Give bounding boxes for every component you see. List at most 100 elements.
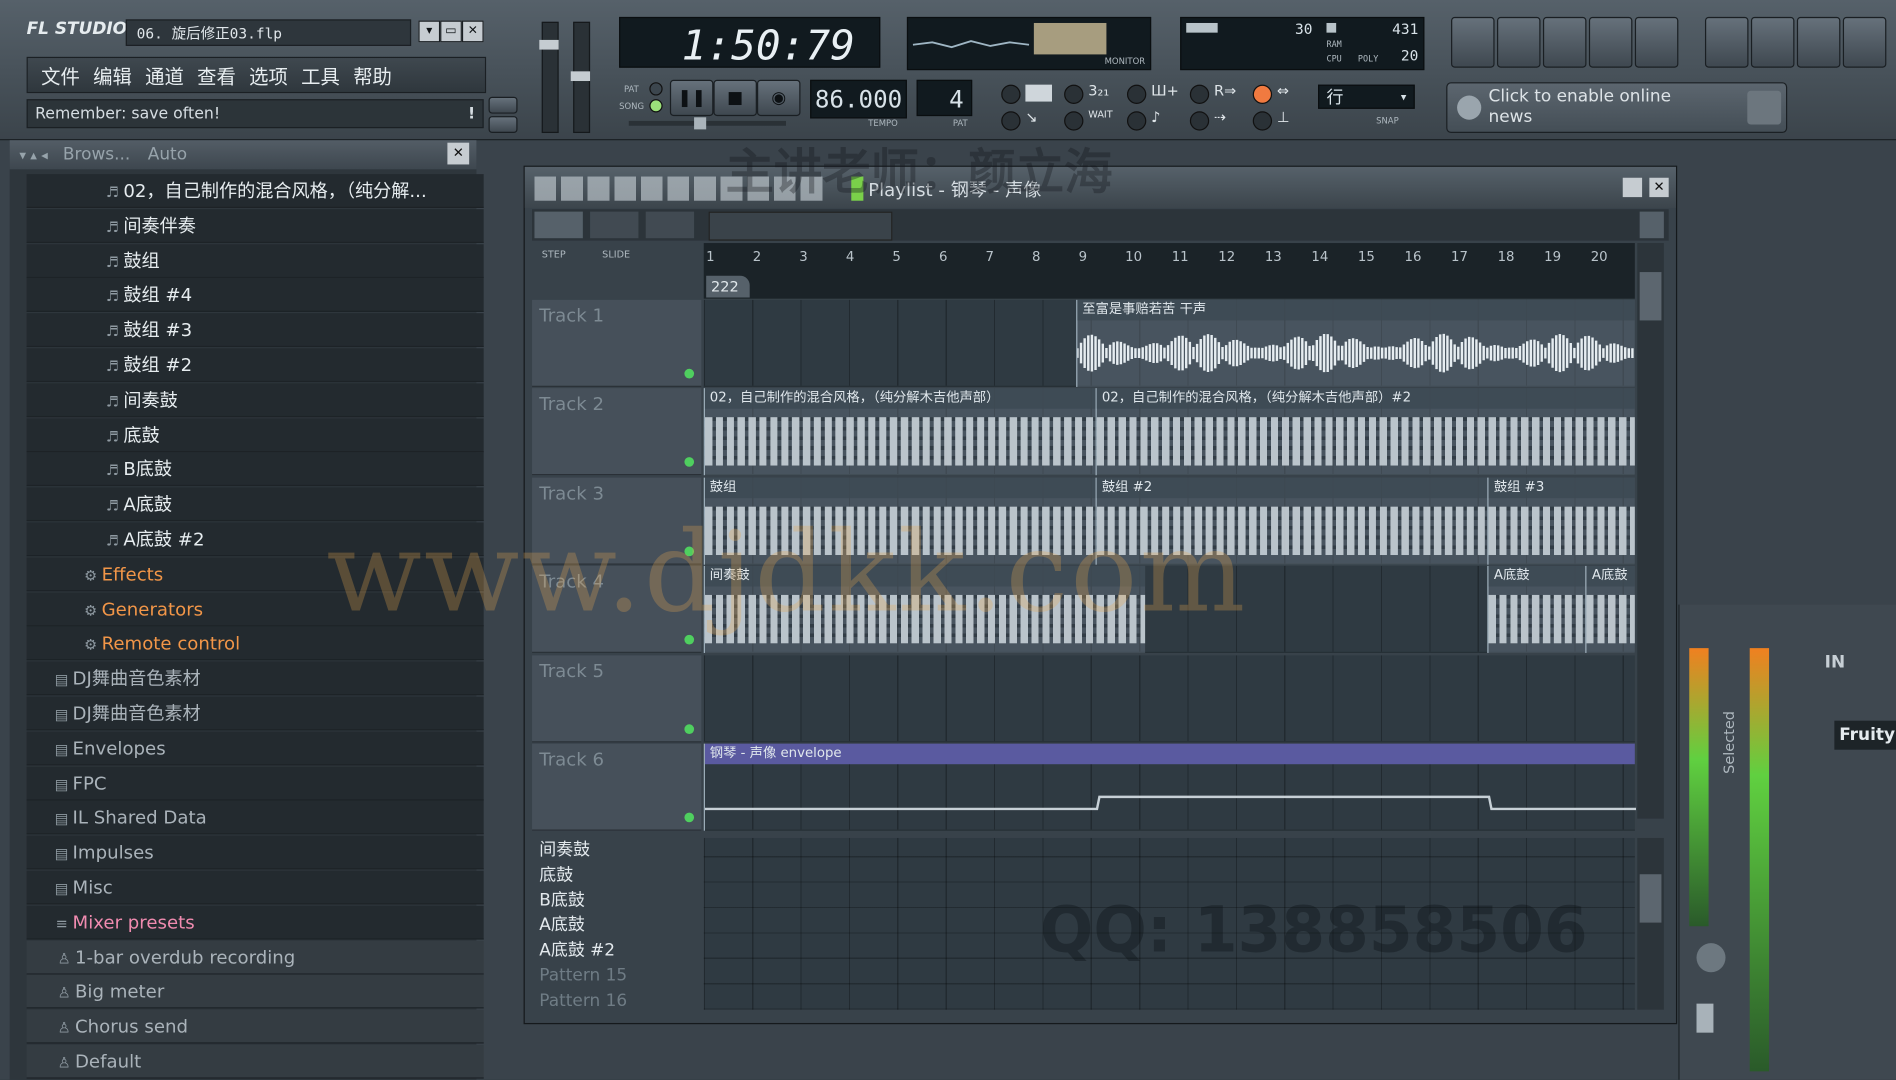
save-button[interactable]: [1796, 16, 1841, 68]
track-enable-led[interactable]: [684, 368, 695, 379]
track-header[interactable]: Track 4: [532, 566, 702, 654]
track-header[interactable]: Track 1: [532, 299, 702, 387]
close-icon[interactable]: ✕: [1649, 177, 1669, 198]
pattern-row-label[interactable]: A底鼓: [532, 913, 701, 938]
tempo-sync-toggle[interactable]: [1252, 111, 1273, 131]
menu-edit[interactable]: 编辑: [93, 60, 132, 89]
maximize-icon[interactable]: [1622, 177, 1643, 198]
window-menu-button[interactable]: ▾: [418, 20, 441, 43]
record-toggle[interactable]: [1189, 84, 1210, 104]
pattern-scrollbar[interactable]: [1637, 837, 1664, 1010]
track-header[interactable]: Track 2: [532, 388, 702, 476]
browser-item[interactable]: ♬ 鼓组 #3: [26, 313, 484, 348]
browser-item[interactable]: ♬ B底鼓: [26, 452, 484, 487]
song-time-display[interactable]: 1:50:79: [619, 16, 881, 70]
pattern-row-label[interactable]: B底鼓: [532, 888, 701, 913]
browser-item[interactable]: ▤ FPC: [26, 766, 484, 800]
pattern-clip[interactable]: A底鼓: [1585, 566, 1635, 654]
playlist-window-button[interactable]: [1451, 16, 1495, 68]
track-header[interactable]: Track 3: [532, 477, 702, 565]
countdown-toggle[interactable]: [1064, 84, 1084, 104]
track-lane[interactable]: 鼓组 鼓组 #2 鼓组 #3: [703, 477, 1635, 565]
blend-toggle[interactable]: [1126, 111, 1147, 131]
close-button[interactable]: ✕: [461, 20, 484, 43]
browser-item[interactable]: ♙ Big meter: [26, 975, 484, 1009]
slide-mode-label[interactable]: SLIDE: [602, 249, 630, 260]
tab-playlist[interactable]: [534, 211, 583, 239]
pattern-clip[interactable]: 02，自己制作的混合风格，（纯分解木吉他声部）#2: [1095, 388, 1635, 476]
browser-nav-icons[interactable]: ▾ ▴ ◂: [19, 148, 47, 164]
playlist-tool-icons[interactable]: [534, 176, 825, 201]
browser-item[interactable]: ♙ Chorus send: [26, 1009, 484, 1044]
menu-file[interactable]: 文件: [41, 60, 80, 89]
browser-item[interactable]: ♬ 间奏鼓: [26, 383, 484, 417]
pattern-row-label[interactable]: 底鼓: [532, 863, 701, 888]
master-pitch-slider[interactable]: [570, 21, 591, 134]
mixer-button[interactable]: [1634, 16, 1679, 68]
track-header[interactable]: Track 5: [532, 654, 702, 742]
browser-button[interactable]: [1588, 16, 1633, 68]
pattern-clip[interactable]: 间奏鼓: [703, 566, 1145, 654]
browser-item[interactable]: ▤ IL Shared Data: [26, 800, 484, 835]
tools-button[interactable]: [1842, 16, 1887, 68]
volume-fader[interactable]: [1696, 1003, 1714, 1033]
pattern-row-label[interactable]: Pattern 16: [532, 989, 701, 1014]
master-volume-slider[interactable]: [539, 21, 559, 134]
browser-mode[interactable]: Auto: [148, 145, 187, 164]
track-lane[interactable]: 间奏鼓 A底鼓 A底鼓: [703, 566, 1635, 654]
news-panel[interactable]: Click to enable online news: [1446, 82, 1788, 134]
track-lane[interactable]: 至富是事赔若苦 干声: [703, 299, 1635, 387]
tab-notes[interactable]: [645, 211, 695, 239]
pattern-row-label[interactable]: 间奏鼓: [532, 838, 701, 863]
pattern-lanes[interactable]: [703, 837, 1635, 1010]
pan-knob[interactable]: [1696, 943, 1726, 973]
pattern-clip[interactable]: 02，自己制作的混合风格，（纯分解木吉他声部）: [703, 388, 1096, 476]
typing-keyboard-icon[interactable]: [1025, 84, 1053, 102]
tab-automation[interactable]: [590, 211, 639, 239]
snap-selector[interactable]: 行 ▾: [1318, 84, 1415, 109]
browser-item[interactable]: ▤ Impulses: [26, 835, 484, 870]
pattern-clip[interactable]: A底鼓: [1487, 566, 1586, 654]
timeline-ruler[interactable]: 1 2 3 4 5 6 7 8 9 10 11 12 13 14 15 16 17 18 19 20: [703, 243, 1635, 299]
pat-mode-led[interactable]: [649, 82, 663, 96]
pattern-clip[interactable]: 鼓组 #3: [1487, 477, 1635, 565]
track-header[interactable]: Track 6: [532, 743, 702, 831]
track-enable-led[interactable]: [684, 457, 695, 468]
menu-tools[interactable]: 工具: [301, 60, 340, 89]
pattern-row-label[interactable]: Pattern 15: [532, 964, 701, 989]
browser-item[interactable]: ▤ Misc: [26, 870, 484, 905]
menu-options[interactable]: 选项: [249, 60, 288, 89]
pattern-clip[interactable]: 鼓组: [703, 477, 1096, 565]
browser-item[interactable]: ♙ Default: [26, 1044, 484, 1079]
stop-button[interactable]: ■: [713, 79, 757, 117]
playlist-titlebar[interactable]: Playlist - 钢琴 - 声像 ✕: [524, 166, 1676, 208]
pattern-clip[interactable]: 鼓组 #2: [1095, 477, 1488, 565]
track-lane[interactable]: [703, 654, 1635, 742]
automation-clip[interactable]: 钢琴 - 声像 envelope: [703, 743, 1637, 831]
browser-item[interactable]: ♬ A底鼓 #2: [26, 522, 484, 557]
browser-item[interactable]: ♬ 间奏伴奏: [26, 208, 484, 243]
browser-item[interactable]: ≡ Mixer presets: [26, 905, 484, 940]
menu-help[interactable]: 帮助: [353, 60, 392, 89]
position-slider[interactable]: [628, 117, 786, 130]
browser-item[interactable]: ♬ 鼓组 #4: [26, 278, 484, 313]
browser-item[interactable]: ♬ 鼓组 #2: [26, 348, 484, 383]
multilink-toggle[interactable]: [1189, 111, 1210, 131]
track-enable-led[interactable]: [684, 812, 695, 823]
tempo-display[interactable]: 86.000: [810, 79, 907, 119]
step-edit-toggle[interactable]: [1126, 84, 1147, 104]
audio-clip[interactable]: 至富是事赔若苦 干声: [1076, 299, 1635, 387]
save-new-button[interactable]: [1750, 16, 1795, 68]
panel-toggle-button[interactable]: [488, 96, 518, 114]
metronome-toggle[interactable]: [1001, 84, 1021, 104]
scrub-toggle[interactable]: [1001, 111, 1021, 131]
browser-item[interactable]: ▤ DJ舞曲音色素材: [26, 696, 484, 731]
track-lane[interactable]: 钢琴 - 声像 envelope: [703, 743, 1637, 831]
browser-item[interactable]: ♬ 鼓组: [26, 243, 484, 278]
plugin-slot[interactable]: Fruity: [1834, 720, 1896, 750]
browser-item[interactable]: ♬ 底鼓: [26, 417, 484, 452]
track-enable-led[interactable]: [684, 723, 695, 734]
minimize-button[interactable]: ▭: [440, 20, 462, 43]
browser-item[interactable]: ⚙ Generators: [26, 592, 484, 626]
track-lane[interactable]: 02，自己制作的混合风格，（纯分解木吉他声部） 02，自己制作的混合风格，（纯分解…: [703, 388, 1635, 476]
